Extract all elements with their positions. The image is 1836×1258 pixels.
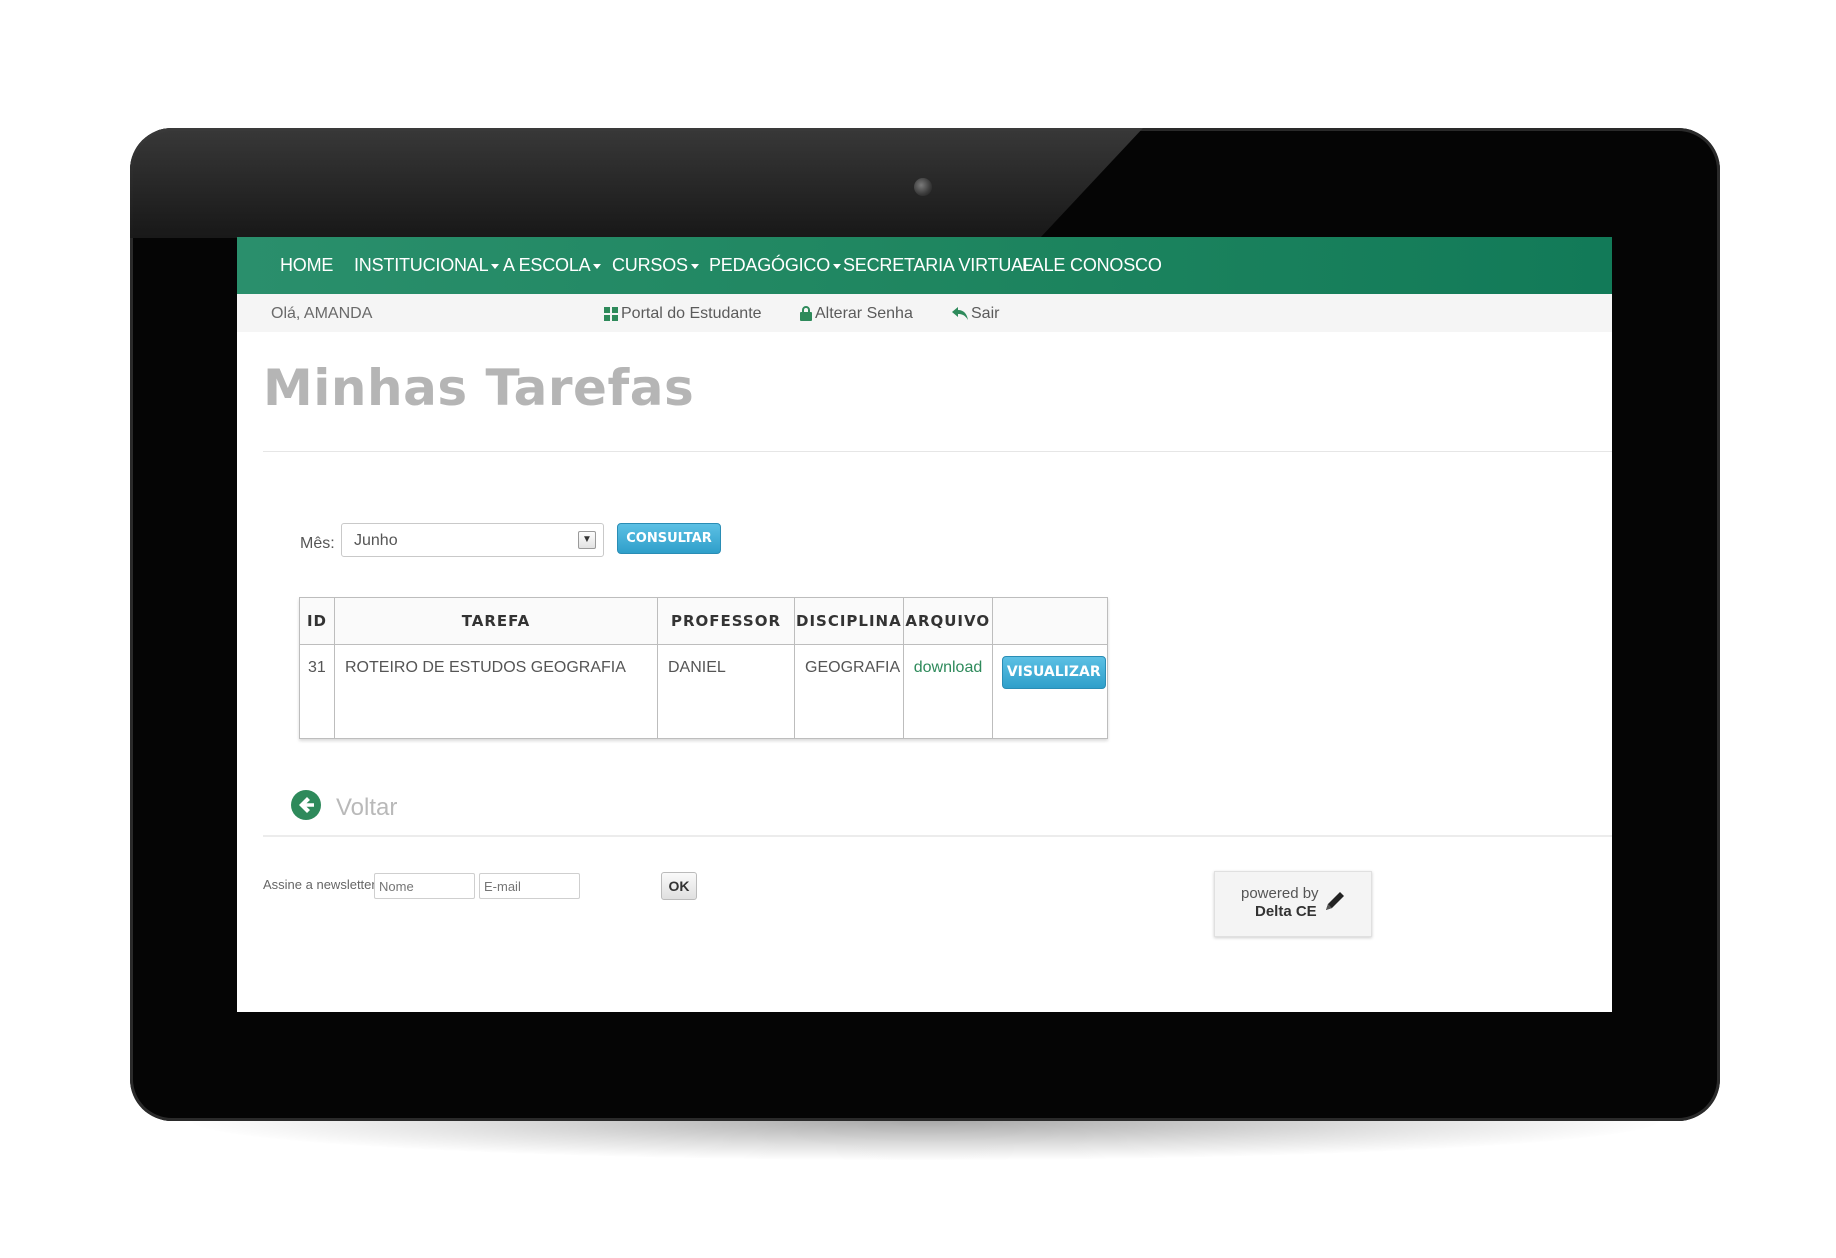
reply-icon [952,307,968,321]
nav-item-pedagogico[interactable]: PEDAGÓGICO [709,237,842,294]
caret-down-icon [491,263,500,269]
page-title: Minhas Tarefas [263,359,695,417]
cell-professor: DANIEL [657,644,795,739]
newsletter-email-input[interactable] [479,873,580,899]
pencil-icon [1326,892,1344,910]
sair-label: Sair [971,305,1000,322]
col-header-professor: PROFESSOR [657,597,795,645]
divider [263,451,1612,452]
caret-down-icon [833,263,842,269]
portal-label: Portal do Estudante [621,305,762,322]
camera-icon [914,178,932,196]
cell-disciplina: GEOGRAFIA [794,644,904,739]
grid-icon [604,306,618,321]
month-select-value: Junho [354,532,398,549]
powered-by-text: powered by [1241,885,1319,902]
col-header-actions [991,597,1108,645]
voltar-label: Voltar [336,794,398,821]
newsletter-name-input[interactable] [374,873,475,899]
alterar-senha-link[interactable]: Alterar Senha [800,305,913,323]
nav-item-fale-conosco[interactable]: FALE CONOSCO [1022,237,1162,294]
nav-item-cursos[interactable]: CURSOS [612,237,699,294]
nav-item-institucional[interactable]: INSTITUCIONAL [354,237,500,294]
month-select[interactable]: Junho ▼ [341,523,604,557]
nav-item-secretaria-virtual[interactable]: SECRETARIA VIRTUAL [843,237,1033,294]
download-link[interactable]: download [914,659,983,676]
screen: HOME INSTITUCIONAL A ESCOLA CURSOS PEDAG… [237,237,1612,1012]
col-header-tarefa: TAREFA [334,597,658,645]
month-label: Mês: [300,535,335,552]
table-row: 31 ROTEIRO DE ESTUDOS GEOGRAFIA DANIEL G… [299,644,1108,739]
sair-link[interactable]: Sair [952,305,999,323]
powered-by-badge[interactable]: powered by Delta CE [1214,871,1372,937]
user-bar: Olá, AMANDA Portal do Estudante Alterar … [237,294,1612,332]
col-header-id: ID [299,597,335,645]
caret-down-icon [690,263,699,269]
table-header-row: ID TAREFA PROFESSOR DISCIPLINA ARQUIVO [299,597,1108,645]
powered-by-brand: Delta CE [1255,903,1317,920]
cell-action: VISUALIZAR [991,644,1108,739]
col-header-arquivo: ARQUIVO [902,597,993,645]
visualizar-button[interactable]: VISUALIZAR [1001,656,1106,689]
cell-tarefa: ROTEIRO DE ESTUDOS GEOGRAFIA [334,644,658,739]
greeting: Olá, AMANDA [271,305,373,322]
caret-down-icon [593,263,602,269]
cell-id: 31 [299,644,335,739]
top-nav: HOME INSTITUCIONAL A ESCOLA CURSOS PEDAG… [237,237,1612,294]
lock-icon [800,306,812,322]
tasks-table: ID TAREFA PROFESSOR DISCIPLINA ARQUIVO 3… [299,597,1108,739]
newsletter-ok-button[interactable]: OK [661,872,697,900]
arrow-left-circle-icon [291,790,321,820]
cell-arquivo: download [902,644,993,739]
tablet-frame: HOME INSTITUCIONAL A ESCOLA CURSOS PEDAG… [130,128,1720,1121]
alterar-label: Alterar Senha [815,305,913,322]
consultar-button[interactable]: CONSULTAR [617,523,721,554]
newsletter-label: Assine a newsletter: [263,877,380,892]
col-header-disciplina: DISCIPLINA [794,597,904,645]
nav-item-a-escola[interactable]: A ESCOLA [503,237,602,294]
divider [263,835,1612,837]
chevron-down-icon: ▼ [578,531,596,549]
nav-item-home[interactable]: HOME [280,237,333,294]
portal-estudante-link[interactable]: Portal do Estudante [604,305,762,323]
